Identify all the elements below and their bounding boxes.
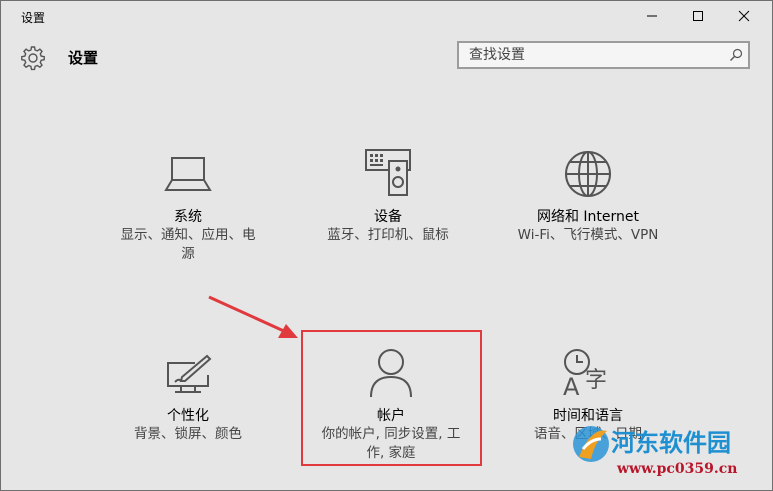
tile-personalization-desc-1: 背景、锁屏、颜色 [134,426,242,442]
tile-system-desc-1: 显示、通知、应用、电 [120,227,256,243]
title-bar: 设置 [1,1,772,31]
search-box[interactable] [457,41,750,69]
tile-devices[interactable]: 设备 蓝牙、打印机、鼠标 [303,141,473,271]
close-button[interactable] [721,1,767,31]
time-language-icon: A 字 [563,349,607,399]
svg-text:字: 字 [585,368,607,393]
watermark-logo-icon [573,426,609,462]
minimize-icon [647,15,657,17]
tile-devices-desc-1: 蓝牙、打印机、鼠标 [327,227,449,243]
tile-network-title: 网络和 Internet [536,209,640,225]
watermark-url: www.pc0359.cn [617,461,738,477]
watermark-text: 河东软件园 [611,428,731,457]
tile-personalization[interactable]: 个性化 背景、锁屏、颜色 [103,339,273,459]
gear-icon [21,46,45,71]
settings-window: 设置 设置 查找设置 系统 显示、通知、应用、电 源 设备 蓝牙、打印机、鼠标 … [0,0,773,491]
paint-icon [167,354,212,393]
settings-header: 设置 [1,39,772,79]
globe-icon [565,151,611,197]
tile-system[interactable]: 系统 显示、通知、应用、电 源 [103,141,273,271]
highlight-box [301,330,482,466]
search-icon[interactable] [729,48,743,62]
tile-devices-title: 设备 [374,209,402,225]
maximize-button[interactable] [675,1,721,31]
laptop-icon [164,157,212,191]
close-icon [738,10,750,22]
devices-icon [365,149,411,196]
tile-system-title: 系统 [174,209,202,225]
tile-system-desc-2: 源 [181,246,195,262]
tile-network-desc-1: Wi-Fi、飞行模式、VPN [517,227,659,243]
window-title: 设置 [21,11,46,25]
svg-text:A: A [563,373,580,399]
tile-personalization-title: 个性化 [167,408,209,424]
page-title: 设置 [68,49,99,67]
minimize-button[interactable] [629,1,675,31]
red-arrow-annotation [208,295,298,338]
tile-network[interactable]: 网络和 Internet Wi-Fi、飞行模式、VPN [503,141,673,271]
search-input[interactable] [469,46,719,64]
maximize-icon [693,11,703,21]
watermark: 河东软件园 www.pc0359.cn [569,419,769,489]
